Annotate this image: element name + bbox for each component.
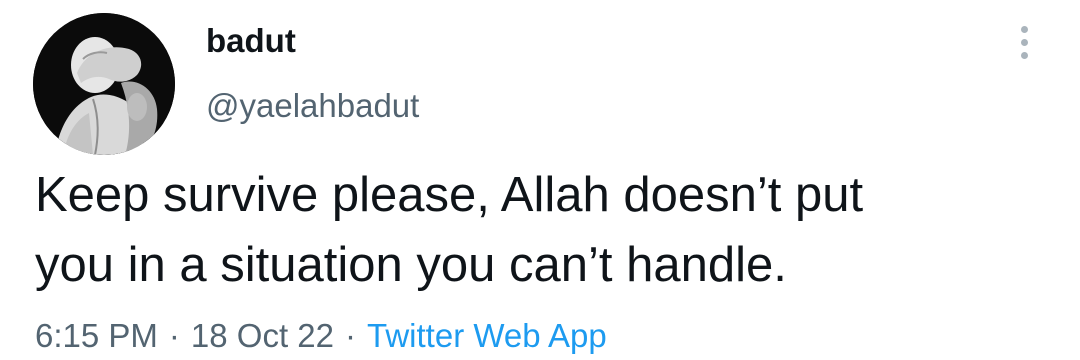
tweet-source-link[interactable]: Twitter Web App [367, 317, 607, 354]
tweet-text: Keep survive please, Allah doesn’t put y… [35, 160, 1065, 300]
meta-separator: · [168, 317, 180, 354]
more-vertical-icon-dot-2 [1020, 38, 1028, 46]
tweet-text-line-1: Keep survive please, Allah doesn’t put [35, 168, 864, 222]
display-name[interactable]: badut [206, 21, 296, 61]
meta-separator: · [345, 317, 356, 354]
tweet-card: badut @yaelahbadut Keep survive please, … [0, 0, 1080, 360]
avatar[interactable] [33, 13, 175, 155]
tweet-date[interactable]: 18 Oct 22 [191, 317, 334, 354]
more-options-button[interactable] [1006, 22, 1042, 62]
more-vertical-icon [1020, 25, 1028, 33]
tweet-time[interactable]: 6:15 PM [35, 317, 158, 354]
tweet-text-line-2: you in a situation you can’t handle. [35, 238, 787, 292]
avatar-image [33, 13, 175, 155]
tweet-meta: 6:15 PM · 18 Oct 22 · Twitter Web App [35, 316, 607, 356]
user-handle[interactable]: @yaelahbadut [206, 86, 419, 126]
more-vertical-icon-dot-3 [1020, 51, 1028, 59]
